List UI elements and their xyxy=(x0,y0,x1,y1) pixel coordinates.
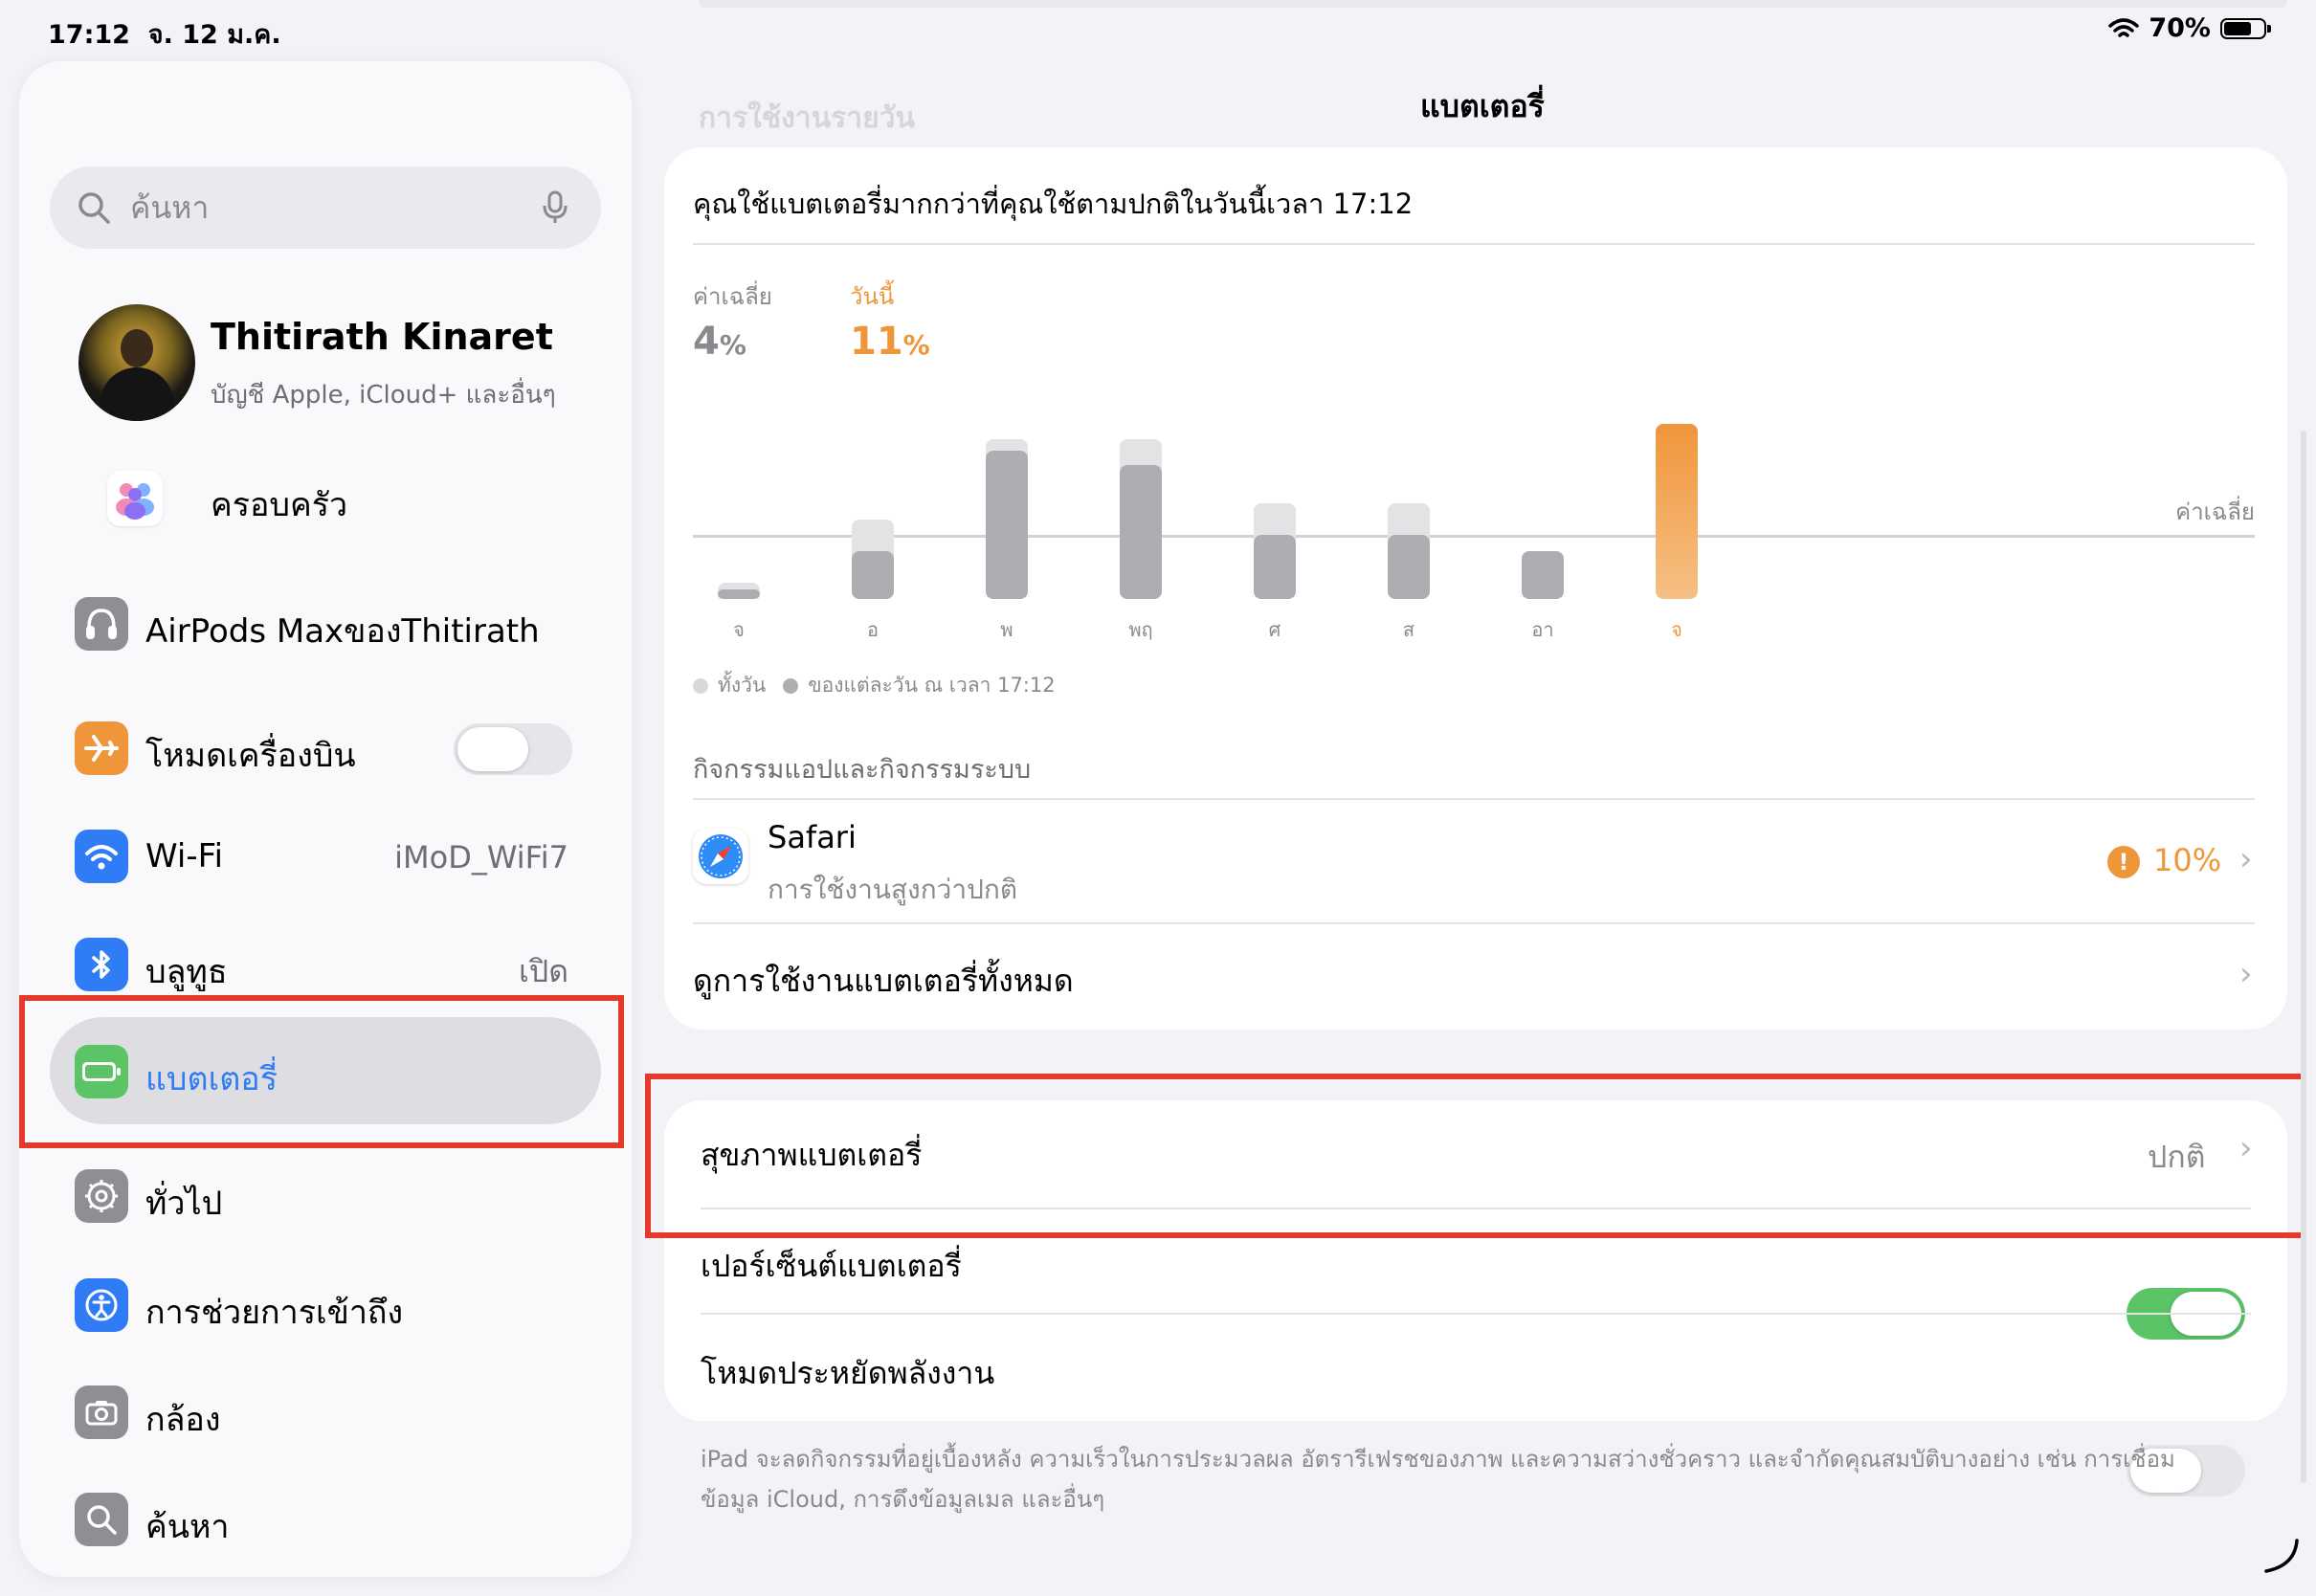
bar-at-time[interactable] xyxy=(718,589,760,599)
microphone-icon[interactable] xyxy=(542,190,568,225)
today-label: วันนี้ xyxy=(850,283,895,310)
legend-allday: ทั้งวัน xyxy=(718,674,767,697)
search-field[interactable]: ค้นหา xyxy=(50,166,601,249)
divider xyxy=(693,922,2255,924)
sidebar-item-camera[interactable]: กล้อง xyxy=(145,1393,220,1445)
bar-at-time[interactable] xyxy=(986,451,1028,599)
status-bar-time: 17:12 จ. 12 ม.ค. xyxy=(48,13,281,55)
legend-dot-time xyxy=(783,677,799,694)
camera-icon xyxy=(75,1385,128,1439)
average-value: 4% xyxy=(693,320,746,364)
legend-at-time: ของแต่ละวัน ณ เวลา 17:12 xyxy=(808,674,1056,697)
scroll-edge xyxy=(699,0,2287,8)
wifi-status-icon xyxy=(2108,17,2140,37)
status-bar-right: 70% xyxy=(2108,13,2271,43)
highlight-box-battery-health xyxy=(645,1074,2306,1238)
ghost-section-title: การใช้งานรายวัน xyxy=(699,101,916,135)
sidebar-item-search[interactable]: ค้นหา xyxy=(145,1500,230,1552)
battery-level xyxy=(2224,21,2251,35)
gear-icon xyxy=(75,1169,128,1223)
day-label: จ xyxy=(1671,618,1682,641)
sidebar-item-accessibility[interactable]: การช่วยการเข้าถึง xyxy=(145,1286,403,1338)
day-label: พ xyxy=(1000,618,1013,641)
toggle-knob xyxy=(457,727,528,771)
sidebar-item-bluetooth[interactable]: บลูทูธ xyxy=(145,945,228,997)
battery-percentage-label: เปอร์เซ็นต์แบตเตอรี่ xyxy=(701,1248,962,1284)
sidebar-item-wifi[interactable]: Wi-Fi xyxy=(145,837,223,876)
app-note-safari: การใช้งานสูงกว่าปกติ xyxy=(768,874,1017,905)
wifi-network-value: iMoD_WiFi7 xyxy=(394,839,568,876)
family-icon xyxy=(107,471,163,526)
chevron-right-icon[interactable]: › xyxy=(2239,840,2253,878)
average-line xyxy=(693,535,2255,539)
day-label: อ xyxy=(866,618,879,641)
scrollbar[interactable] xyxy=(2301,431,2306,1483)
profile-name[interactable]: Thitirath Kinaret xyxy=(211,316,553,358)
profile-subtitle: บัญชี Apple, iCloud+ และอื่นๆ xyxy=(211,381,556,410)
sidebar xyxy=(19,61,632,1577)
resize-corner-icon xyxy=(2264,1539,2299,1573)
status-date: จ. 12 ม.ค. xyxy=(147,20,281,50)
headphones-icon xyxy=(75,597,128,651)
avatar-head xyxy=(121,329,153,367)
usage-note: คุณใช้แบตเตอรี่มากกว่าที่คุณใช้ตามปกติใน… xyxy=(693,188,1414,220)
sidebar-item-airplane: โหมดเครื่องบิน xyxy=(145,737,356,775)
today-unit: % xyxy=(902,329,930,361)
bluetooth-value: เปิด xyxy=(518,953,568,989)
divider xyxy=(693,243,2255,245)
day-label: จ xyxy=(733,618,745,641)
bar-at-time[interactable] xyxy=(1522,551,1564,599)
bar-at-time[interactable] xyxy=(852,551,894,599)
bar-at-time[interactable] xyxy=(1388,535,1430,599)
divider xyxy=(693,798,2255,800)
view-all-usage-link[interactable]: ดูการใช้งานแบตเตอรี่ทั้งหมด xyxy=(693,957,1074,1006)
page-title: แบตเตอรี่ xyxy=(1420,88,1545,124)
battery-icon xyxy=(2220,17,2271,39)
battery-usage-chart: ค่าเฉลี่ย จ อ พ พฤ ศ ส อา จ xyxy=(693,392,2255,651)
day-label: อา xyxy=(1531,618,1554,641)
today-value: 11% xyxy=(850,320,930,364)
bar-allday[interactable] xyxy=(1656,423,1698,599)
average-number: 4 xyxy=(693,320,720,364)
app-usage-safari: 10% xyxy=(2153,842,2222,878)
safari-icon xyxy=(693,829,748,884)
average-line-label: ค่าเฉลี่ย xyxy=(2175,499,2255,526)
app-name-safari[interactable]: Safari xyxy=(768,819,857,855)
sidebar-item-general[interactable]: ทั่วไป xyxy=(145,1177,222,1229)
divider xyxy=(701,1313,2251,1315)
bar-at-time[interactable] xyxy=(1120,465,1162,599)
average-unit: % xyxy=(719,329,746,361)
activity-header: กิจกรรมแอปและกิจกรรมระบบ xyxy=(693,755,1032,785)
low-power-footnote: iPad จะลดกิจกรรมที่อยู่เบื้องหลัง ความเร… xyxy=(701,1439,2270,1519)
sidebar-item-family[interactable]: ครอบครัว xyxy=(211,478,347,530)
footnote-line-1: iPad จะลดกิจกรรมที่อยู่เบื้องหลัง ความเร… xyxy=(701,1446,2175,1473)
average-label: ค่าเฉลี่ย xyxy=(693,283,772,310)
search-row-icon xyxy=(75,1493,128,1546)
chevron-right-icon[interactable]: › xyxy=(2239,955,2253,993)
bluetooth-icon xyxy=(75,938,128,991)
avatar-body xyxy=(100,367,174,421)
highlight-box-sidebar xyxy=(19,995,624,1148)
accessibility-icon xyxy=(75,1278,128,1332)
bar-at-time[interactable] xyxy=(1254,535,1296,599)
status-time: 17:12 xyxy=(48,20,130,50)
chart-legend: ทั้งวัน ของแต่ละวัน ณ เวลา 17:12 xyxy=(693,670,1056,701)
low-power-mode-label: โหมดประหยัดพลังงาน xyxy=(701,1355,995,1391)
day-label: พฤ xyxy=(1128,618,1153,641)
sidebar-item-airpods[interactable]: AirPods MaxของThitirath xyxy=(145,605,540,656)
today-number: 11 xyxy=(850,320,903,364)
airplane-icon xyxy=(75,721,128,775)
day-label: ส xyxy=(1402,618,1415,641)
day-label: ศ xyxy=(1268,618,1281,641)
footnote-line-2: ข้อมูล iCloud, การดึงข้อมูลเมล และอื่นๆ xyxy=(701,1486,1105,1513)
profile-avatar[interactable] xyxy=(78,304,195,421)
airplane-mode-toggle[interactable] xyxy=(454,723,572,775)
wifi-icon xyxy=(75,830,128,883)
legend-dot-allday xyxy=(693,677,708,694)
warning-icon: ! xyxy=(2107,846,2140,878)
search-placeholder: ค้นหา xyxy=(130,188,210,226)
battery-percent: 70% xyxy=(2149,13,2211,43)
search-icon xyxy=(78,192,110,224)
